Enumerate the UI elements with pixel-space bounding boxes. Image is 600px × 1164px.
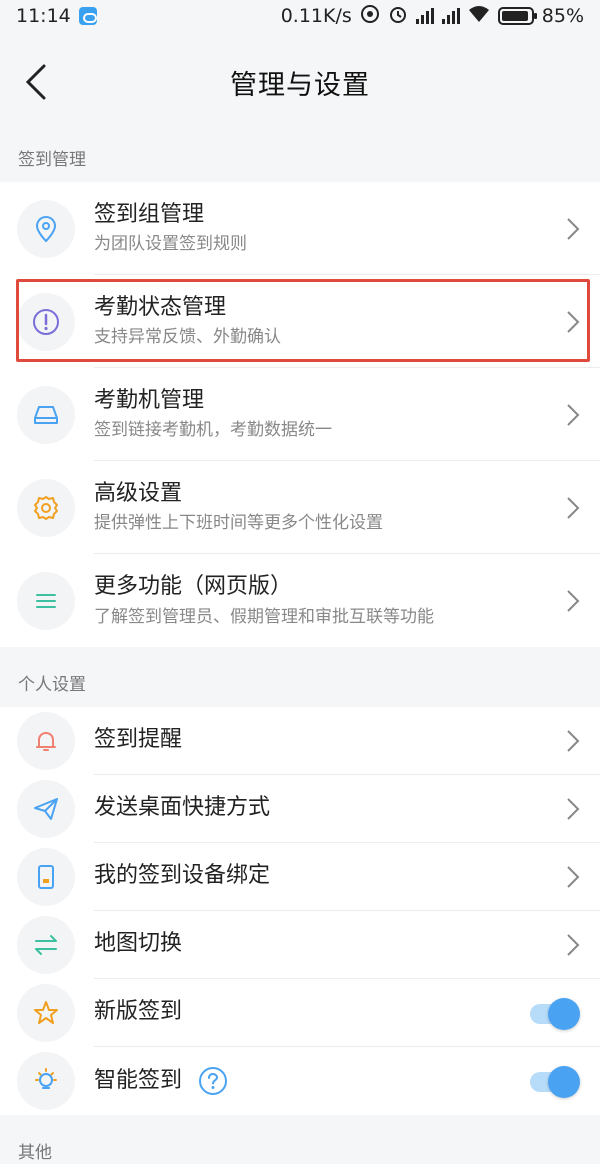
menu-item-subtitle: 了解签到管理员、假期管理和审批互联等功能 bbox=[94, 606, 434, 627]
gear-icon bbox=[17, 478, 75, 537]
menu-item-title: 考勤状态管理 bbox=[94, 294, 227, 320]
menu-item-title: 地图切换 bbox=[94, 931, 183, 957]
tray-icon bbox=[17, 385, 75, 444]
chevron-right-icon bbox=[567, 866, 580, 888]
menu-item-title: 高级设置 bbox=[94, 480, 183, 506]
alarm-icon bbox=[388, 4, 408, 29]
menu-item-checkin-group[interactable]: 签到组管理 为团队设置签到规则 bbox=[0, 182, 600, 275]
chevron-right-icon bbox=[567, 403, 580, 426]
location-pin-icon bbox=[17, 199, 75, 258]
menu-item-more-features[interactable]: 更多功能（网页版） 了解签到管理员、假期管理和审批互联等功能 bbox=[0, 554, 600, 647]
page-title: 管理与设置 bbox=[230, 69, 370, 101]
chevron-right-icon bbox=[567, 496, 580, 519]
menu-item-title: 智能签到 bbox=[94, 1067, 183, 1093]
signal-icon bbox=[415, 8, 434, 24]
smart-checkin-toggle[interactable] bbox=[530, 1066, 580, 1098]
chevron-right-icon bbox=[567, 730, 580, 752]
menu-item-title: 更多功能（网页版） bbox=[94, 574, 293, 600]
chevron-right-icon bbox=[567, 934, 580, 956]
section-header-other: 其他 bbox=[0, 1125, 600, 1164]
section-header-personal: 个人设置 bbox=[0, 657, 600, 707]
chevron-right-icon bbox=[567, 310, 580, 333]
menu-item-new-checkin: 新版签到 bbox=[0, 979, 600, 1047]
network-speed: 0.11K/s bbox=[280, 5, 352, 27]
battery-level: 85% bbox=[541, 5, 584, 27]
personal-settings-group: 签到提醒 发送桌面快捷方式 我的签到设备绑定 地图切换 新版签到 智能签到 bbox=[0, 707, 600, 1115]
menu-item-map-switch[interactable]: 地图切换 bbox=[0, 911, 600, 979]
device-icon bbox=[17, 848, 75, 906]
exclamation-circle-icon bbox=[17, 292, 75, 351]
menu-item-attendance-machine[interactable]: 考勤机管理 签到链接考勤机，考勤数据统一 bbox=[0, 368, 600, 461]
menu-item-subtitle: 提供弹性上下班时间等更多个性化设置 bbox=[94, 513, 383, 533]
signal-2-icon bbox=[441, 8, 460, 24]
section-header-checkin: 签到管理 bbox=[0, 132, 600, 182]
new-checkin-toggle[interactable] bbox=[530, 998, 580, 1030]
star-icon bbox=[17, 984, 75, 1042]
hotspot-icon bbox=[360, 4, 380, 29]
menu-item-advanced-settings[interactable]: 高级设置 提供弹性上下班时间等更多个性化设置 bbox=[0, 461, 600, 554]
menu-item-device-binding[interactable]: 我的签到设备绑定 bbox=[0, 843, 600, 911]
menu-item-title: 发送桌面快捷方式 bbox=[94, 795, 271, 821]
menu-item-smart-checkin: 智能签到 bbox=[0, 1047, 600, 1115]
menu-lines-icon bbox=[17, 571, 75, 630]
back-button[interactable] bbox=[18, 60, 54, 104]
status-bar: 11:14 0.11K/s 85% bbox=[0, 0, 600, 32]
battery-icon bbox=[497, 7, 537, 25]
swap-arrows-icon bbox=[17, 916, 75, 974]
bell-icon bbox=[17, 712, 75, 770]
nav-bar: 管理与设置 bbox=[0, 32, 600, 132]
status-time: 11:14 bbox=[16, 5, 71, 27]
menu-item-subtitle: 签到链接考勤机，考勤数据统一 bbox=[94, 420, 332, 440]
wifi-icon bbox=[468, 5, 490, 28]
menu-item-title: 新版签到 bbox=[94, 999, 183, 1025]
chevron-right-icon bbox=[567, 798, 580, 820]
checkin-management-group: 签到组管理 为团队设置签到规则 考勤状态管理 支持异常反馈、外勤确认 考勤机管理… bbox=[0, 182, 600, 647]
menu-item-subtitle: 为团队设置签到规则 bbox=[94, 234, 247, 254]
chevron-right-icon bbox=[567, 589, 580, 612]
menu-item-title: 签到组管理 bbox=[94, 201, 205, 227]
menu-item-desktop-shortcut[interactable]: 发送桌面快捷方式 bbox=[0, 775, 600, 843]
menu-item-attendance-status[interactable]: 考勤状态管理 支持异常反馈、外勤确认 bbox=[0, 275, 600, 368]
menu-item-title: 签到提醒 bbox=[94, 727, 183, 753]
menu-item-title: 考勤机管理 bbox=[94, 387, 205, 413]
menu-item-subtitle: 支持异常反馈、外勤确认 bbox=[94, 327, 281, 347]
paper-plane-icon bbox=[17, 780, 75, 838]
menu-item-checkin-reminder[interactable]: 签到提醒 bbox=[0, 707, 600, 775]
lightbulb-icon bbox=[17, 1052, 75, 1110]
question-circle-icon[interactable] bbox=[198, 1066, 228, 1096]
cloud-notification-icon bbox=[78, 7, 97, 25]
chevron-right-icon bbox=[567, 217, 580, 240]
menu-item-title: 我的签到设备绑定 bbox=[94, 863, 271, 889]
chevron-left-icon bbox=[25, 64, 46, 100]
